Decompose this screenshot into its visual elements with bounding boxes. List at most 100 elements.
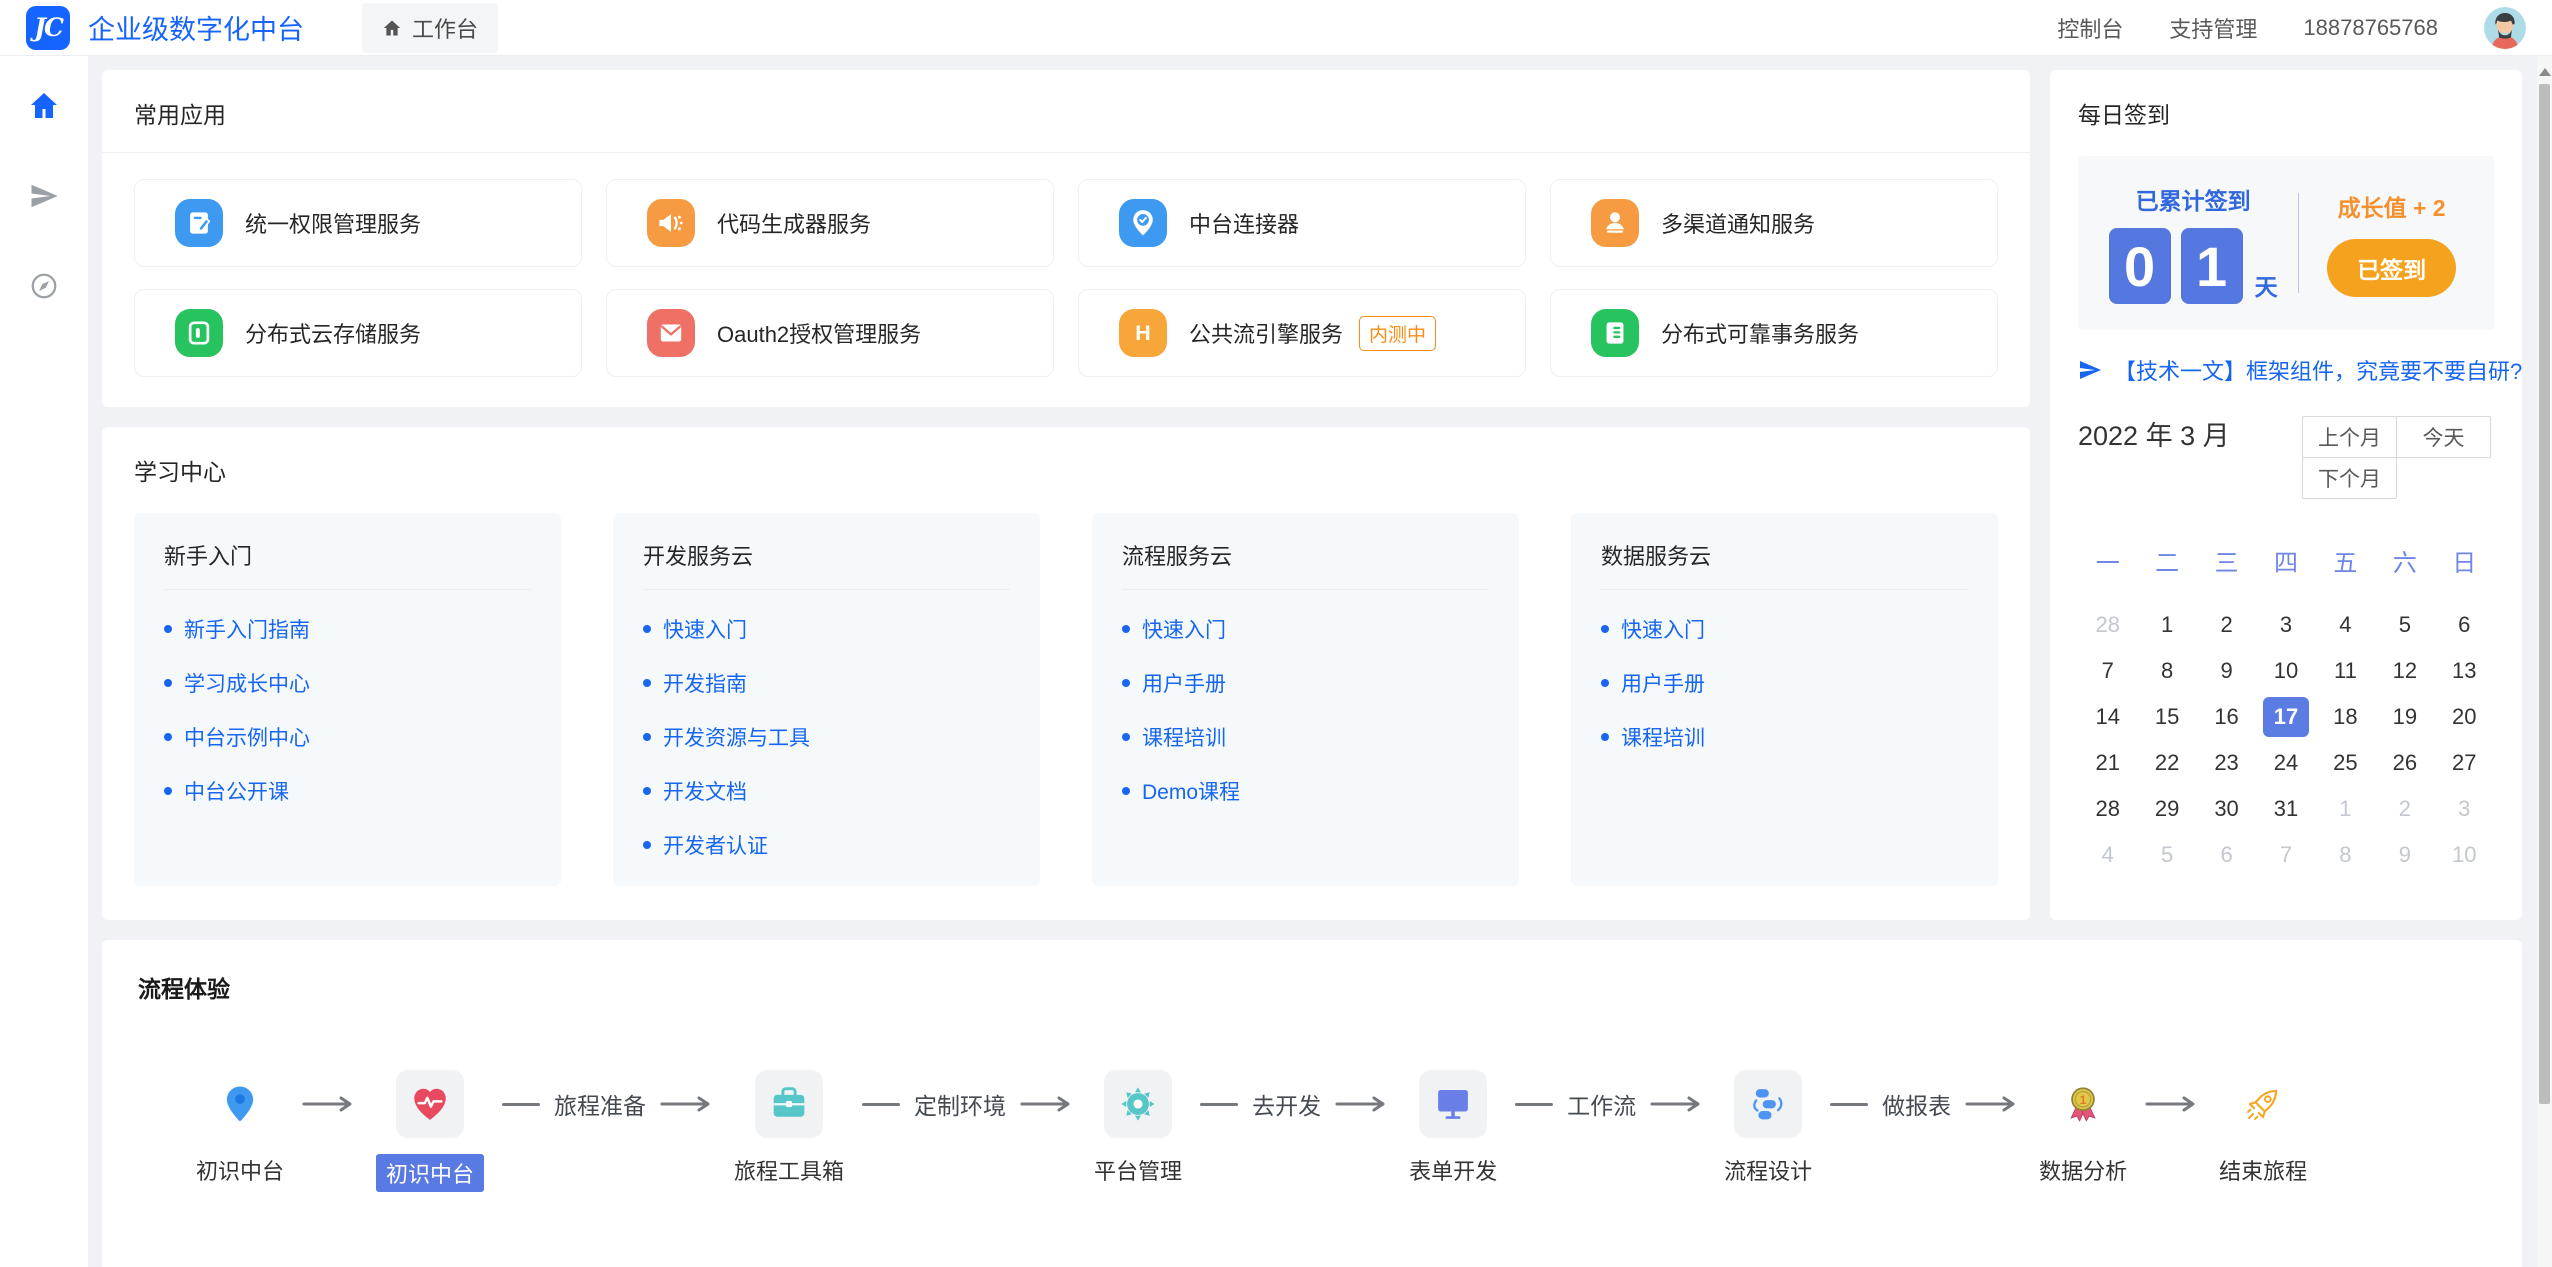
calendar-day[interactable]: 7 <box>2078 650 2137 692</box>
arrow-icon <box>1335 1094 1391 1114</box>
flow-step[interactable]: 结束旅程 <box>2219 1070 2307 1186</box>
tab-workbench[interactable]: 工作台 <box>362 3 498 53</box>
calendar-day[interactable]: 19 <box>2375 696 2434 738</box>
app-card[interactable]: Oauth2授权管理服务 <box>606 289 1054 377</box>
calendar-day[interactable]: 3 <box>2435 788 2494 830</box>
weekday-header: 六 <box>2375 543 2434 600</box>
app-card[interactable]: 分布式云存储服务 <box>134 289 582 377</box>
menu-console[interactable]: 控制台 <box>2057 12 2123 44</box>
flow-step[interactable]: 初识中台 <box>196 1070 284 1186</box>
calendar-day[interactable]: 4 <box>2316 604 2375 646</box>
flow-step[interactable]: 流程设计 <box>1724 1070 1812 1186</box>
send-icon[interactable] <box>28 180 60 212</box>
calendar-day[interactable]: 11 <box>2316 650 2375 692</box>
flow-step[interactable]: 旅程工具箱 <box>734 1070 844 1186</box>
calendar-day[interactable]: 2 <box>2375 788 2434 830</box>
calendar-day[interactable]: 23 <box>2197 742 2256 784</box>
flow-step[interactable]: 表单开发 <box>1409 1070 1497 1186</box>
learning-link[interactable]: 用户手册 <box>1621 668 1705 698</box>
calendar-day[interactable]: 17 <box>2256 696 2315 738</box>
brand-logo[interactable]: JC <box>26 6 70 50</box>
calendar-day-number: 22 <box>2144 743 2190 783</box>
calendar-day[interactable]: 3 <box>2256 604 2315 646</box>
learning-link[interactable]: 课程培训 <box>1142 722 1226 752</box>
calendar-day[interactable]: 22 <box>2137 742 2196 784</box>
calendar-day-number: 23 <box>2204 743 2250 783</box>
learning-link[interactable]: 开发指南 <box>663 668 747 698</box>
calendar-day[interactable]: 8 <box>2316 834 2375 876</box>
calendar-day[interactable]: 30 <box>2197 788 2256 830</box>
learning-link[interactable]: 快速入门 <box>1142 614 1226 644</box>
user-avatar[interactable] <box>2484 7 2526 49</box>
vertical-scrollbar[interactable] <box>2537 56 2552 1267</box>
calendar-day[interactable]: 5 <box>2137 834 2196 876</box>
calendar-day[interactable]: 27 <box>2435 742 2494 784</box>
app-card[interactable]: 中台连接器 <box>1078 179 1526 267</box>
calendar-day[interactable]: 10 <box>2435 834 2494 876</box>
calendar-day[interactable]: 10 <box>2256 650 2315 692</box>
calendar-day[interactable]: 6 <box>2435 604 2494 646</box>
calendar-day[interactable]: 1 <box>2137 604 2196 646</box>
menu-support[interactable]: 支持管理 <box>2169 12 2257 44</box>
learning-link[interactable]: 新手入门指南 <box>184 614 310 644</box>
calendar-day[interactable]: 24 <box>2256 742 2315 784</box>
calendar-day[interactable]: 13 <box>2435 650 2494 692</box>
calendar-day[interactable]: 14 <box>2078 696 2137 738</box>
calendar-day[interactable]: 8 <box>2137 650 2196 692</box>
mail-icon <box>647 309 695 357</box>
announcement-link[interactable]: 【技术一文】框架组件，究竟要不要自研? <box>2078 354 2494 386</box>
learning-link[interactable]: 开发文档 <box>663 776 747 806</box>
app-card[interactable]: 代码生成器服务 <box>606 179 1054 267</box>
learning-link[interactable]: 快速入门 <box>1621 614 1705 644</box>
calendar-day[interactable]: 21 <box>2078 742 2137 784</box>
flow-step[interactable]: 平台管理 <box>1094 1070 1182 1186</box>
learning-link[interactable]: 用户手册 <box>1142 668 1226 698</box>
learning-link[interactable]: Demo课程 <box>1142 776 1240 806</box>
divider <box>102 152 2030 153</box>
next-month-button[interactable]: 下个月 <box>2302 457 2397 499</box>
calendar-day[interactable]: 12 <box>2375 650 2434 692</box>
calendar-day[interactable]: 20 <box>2435 696 2494 738</box>
calendar-day[interactable]: 5 <box>2375 604 2434 646</box>
learning-link[interactable]: 课程培训 <box>1621 722 1705 752</box>
calendar-day[interactable]: 1 <box>2316 788 2375 830</box>
learning-link[interactable]: 开发者认证 <box>663 830 768 860</box>
calendar-day[interactable]: 26 <box>2375 742 2434 784</box>
list-item: 中台示例中心 <box>164 722 531 752</box>
learning-link[interactable]: 开发资源与工具 <box>663 722 810 752</box>
app-label: 公共流引擎服务 <box>1189 317 1343 349</box>
prev-month-button[interactable]: 上个月 <box>2302 416 2397 458</box>
calendar-day[interactable]: 29 <box>2137 788 2196 830</box>
learning-link[interactable]: 中台公开课 <box>184 776 289 806</box>
calendar-day[interactable]: 9 <box>2375 834 2434 876</box>
learning-link[interactable]: 中台示例中心 <box>184 722 310 752</box>
scrollbar-up-arrow[interactable] <box>2539 68 2551 76</box>
flow-step[interactable]: 初识中台 <box>376 1070 484 1192</box>
calendar-day[interactable]: 4 <box>2078 834 2137 876</box>
calendar-day[interactable]: 7 <box>2256 834 2315 876</box>
calendar-day[interactable]: 28 <box>2078 788 2137 830</box>
calendar-day[interactable]: 25 <box>2316 742 2375 784</box>
home-icon[interactable] <box>28 90 60 122</box>
app-card[interactable]: 多渠道通知服务 <box>1550 179 1998 267</box>
calendar-day[interactable]: 18 <box>2316 696 2375 738</box>
calendar-day-number: 6 <box>2204 835 2250 875</box>
calendar-day[interactable]: 15 <box>2137 696 2196 738</box>
learning-link[interactable]: 快速入门 <box>663 614 747 644</box>
calendar-day[interactable]: 31 <box>2256 788 2315 830</box>
app-card[interactable]: 分布式可靠事务服务 <box>1550 289 1998 377</box>
calendar-day[interactable]: 28 <box>2078 604 2137 646</box>
calendar-day[interactable]: 6 <box>2197 834 2256 876</box>
signed-in-button[interactable]: 已签到 <box>2327 239 2456 297</box>
learning-link[interactable]: 学习成长中心 <box>184 668 310 698</box>
flow-step[interactable]: 1数据分析 <box>2039 1070 2127 1186</box>
scrollbar-thumb[interactable] <box>2539 84 2550 1104</box>
app-card[interactable]: H公共流引擎服务内测中 <box>1078 289 1526 377</box>
compass-icon[interactable] <box>28 270 60 302</box>
calendar-day[interactable]: 16 <box>2197 696 2256 738</box>
calendar-day[interactable]: 2 <box>2197 604 2256 646</box>
calendar-day-number: 4 <box>2322 605 2368 645</box>
today-button[interactable]: 今天 <box>2396 416 2491 458</box>
calendar-day[interactable]: 9 <box>2197 650 2256 692</box>
app-card[interactable]: 统一权限管理服务 <box>134 179 582 267</box>
